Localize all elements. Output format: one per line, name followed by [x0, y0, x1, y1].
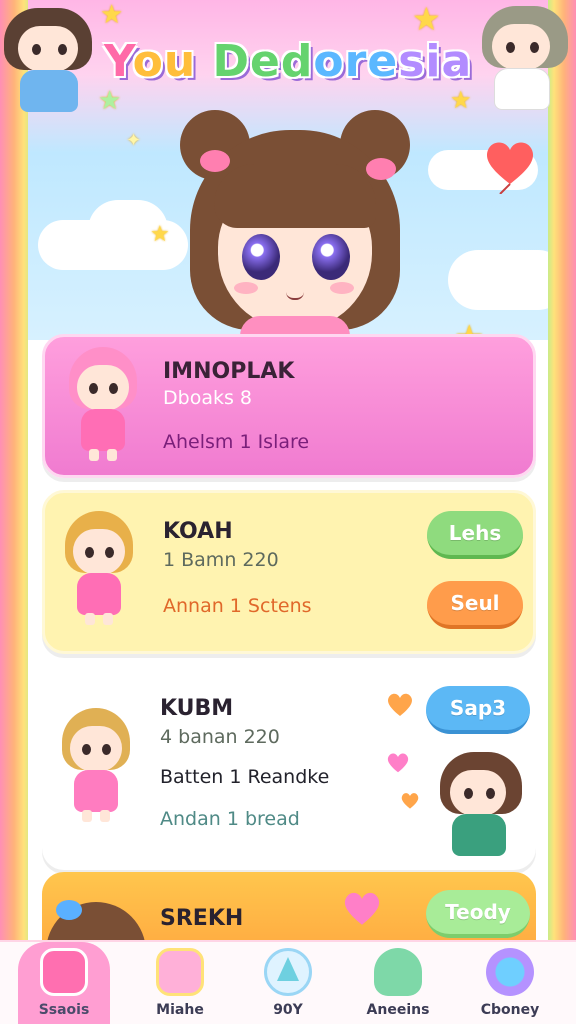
duck-icon [374, 948, 422, 996]
star-icon: ★ [150, 222, 170, 247]
ready-button[interactable]: Teody [426, 890, 530, 938]
card-title: KOAH [163, 519, 233, 544]
labs-button[interactable]: Lehs [427, 511, 523, 559]
hero-girl-illustration [180, 110, 410, 356]
card-detail: Batten 1 Reandke [160, 766, 330, 788]
heart-icon [388, 693, 412, 716]
sell-button[interactable]: Seul [427, 581, 523, 629]
heart-icon [387, 753, 409, 773]
profile-card[interactable]: KOAH 1 Bamn 220 Annan 1 Sctens Lehs Seul [42, 490, 536, 654]
heart-balloon-icon [486, 142, 534, 194]
star-icon: ★ [100, 0, 124, 30]
nav-item-aneeins[interactable]: Aneeins [348, 942, 448, 1024]
chibi-sticker-top-left [0, 6, 100, 126]
star-icon: ★ [98, 86, 122, 116]
card-title: IMNOPLAK [163, 359, 295, 384]
bottom-nav: Ssaois Miahe 90Y Aneeins Cboney [0, 940, 576, 1024]
card-title: SREKH [160, 906, 244, 931]
card-subtitle: 1 Bamn 220 [163, 549, 279, 571]
avatar [56, 706, 136, 826]
candy-icon [486, 948, 534, 996]
nav-item-cboney[interactable]: Cboney [460, 942, 560, 1024]
star-icon: ✦ [126, 130, 142, 151]
star-icon: ★ [412, 0, 441, 38]
chibi-sticker-top-right [476, 4, 576, 124]
heart-icon [344, 892, 380, 925]
envelope-icon [40, 948, 88, 996]
heart-icon [401, 793, 419, 809]
star-icon: ★ [450, 86, 472, 114]
card-subtitle: 4 banan 220 [160, 726, 280, 748]
card-detail: Annan 1 Sctens [163, 595, 312, 617]
tree-icon [264, 948, 312, 996]
nav-item-90y[interactable]: 90Y [238, 942, 338, 1024]
cake-icon [156, 948, 204, 996]
avatar [434, 750, 530, 870]
nav-item-ssaois[interactable]: Ssaois [14, 942, 114, 1024]
profile-card[interactable]: KUBM 4 banan 220 Batten 1 Reandke Andan … [42, 672, 536, 870]
profile-card[interactable]: IMNOPLAK Dboaks 8 Ahelsm 1 Islare [42, 334, 536, 478]
nav-item-miahe[interactable]: Miahe [130, 942, 230, 1024]
card-title: KUBM [160, 696, 234, 721]
avatar [63, 345, 143, 465]
avatar [59, 509, 139, 629]
card-subtitle: Dboaks 8 [163, 387, 252, 409]
chat-bubble-button[interactable]: Sap3 [426, 686, 530, 734]
card-detail-secondary: Andan 1 bread [160, 808, 300, 830]
card-detail: Ahelsm 1 Islare [163, 431, 310, 453]
